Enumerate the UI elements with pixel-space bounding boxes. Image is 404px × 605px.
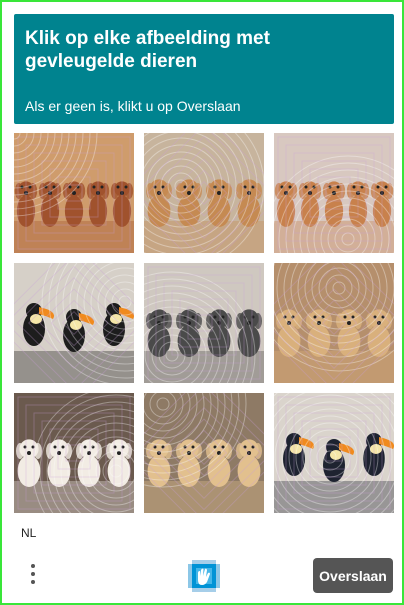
image-tile-5[interactable]	[144, 263, 264, 383]
image-tile-7[interactable]	[14, 393, 134, 513]
image-tile-3[interactable]	[274, 133, 394, 253]
tile-image	[274, 393, 394, 513]
tile-image	[14, 133, 134, 253]
captcha-frame: Klik op elke afbeelding met gevleugelde …	[0, 0, 404, 605]
image-tile-8[interactable]	[144, 393, 264, 513]
image-tile-9[interactable]	[274, 393, 394, 513]
hcaptcha-logo-icon[interactable]	[186, 558, 222, 594]
tile-image	[274, 263, 394, 383]
skip-button[interactable]: Overslaan	[313, 558, 393, 593]
challenge-header: Klik op elke afbeelding met gevleugelde …	[14, 14, 394, 124]
image-tile-4[interactable]	[14, 263, 134, 383]
tile-image	[274, 133, 394, 253]
language-label[interactable]: NL	[21, 526, 36, 540]
image-tile-6[interactable]	[274, 263, 394, 383]
tile-image	[144, 133, 264, 253]
more-options-icon[interactable]	[24, 560, 44, 590]
tile-image	[144, 393, 264, 513]
image-tile-1[interactable]	[14, 133, 134, 253]
image-tile-2[interactable]	[144, 133, 264, 253]
challenge-subtitle: Als er geen is, klikt u op Overslaan	[25, 98, 241, 114]
tile-image	[144, 263, 264, 383]
tile-image	[14, 393, 134, 513]
challenge-title: Klik op elke afbeelding met gevleugelde …	[25, 28, 270, 72]
tile-image	[14, 263, 134, 383]
